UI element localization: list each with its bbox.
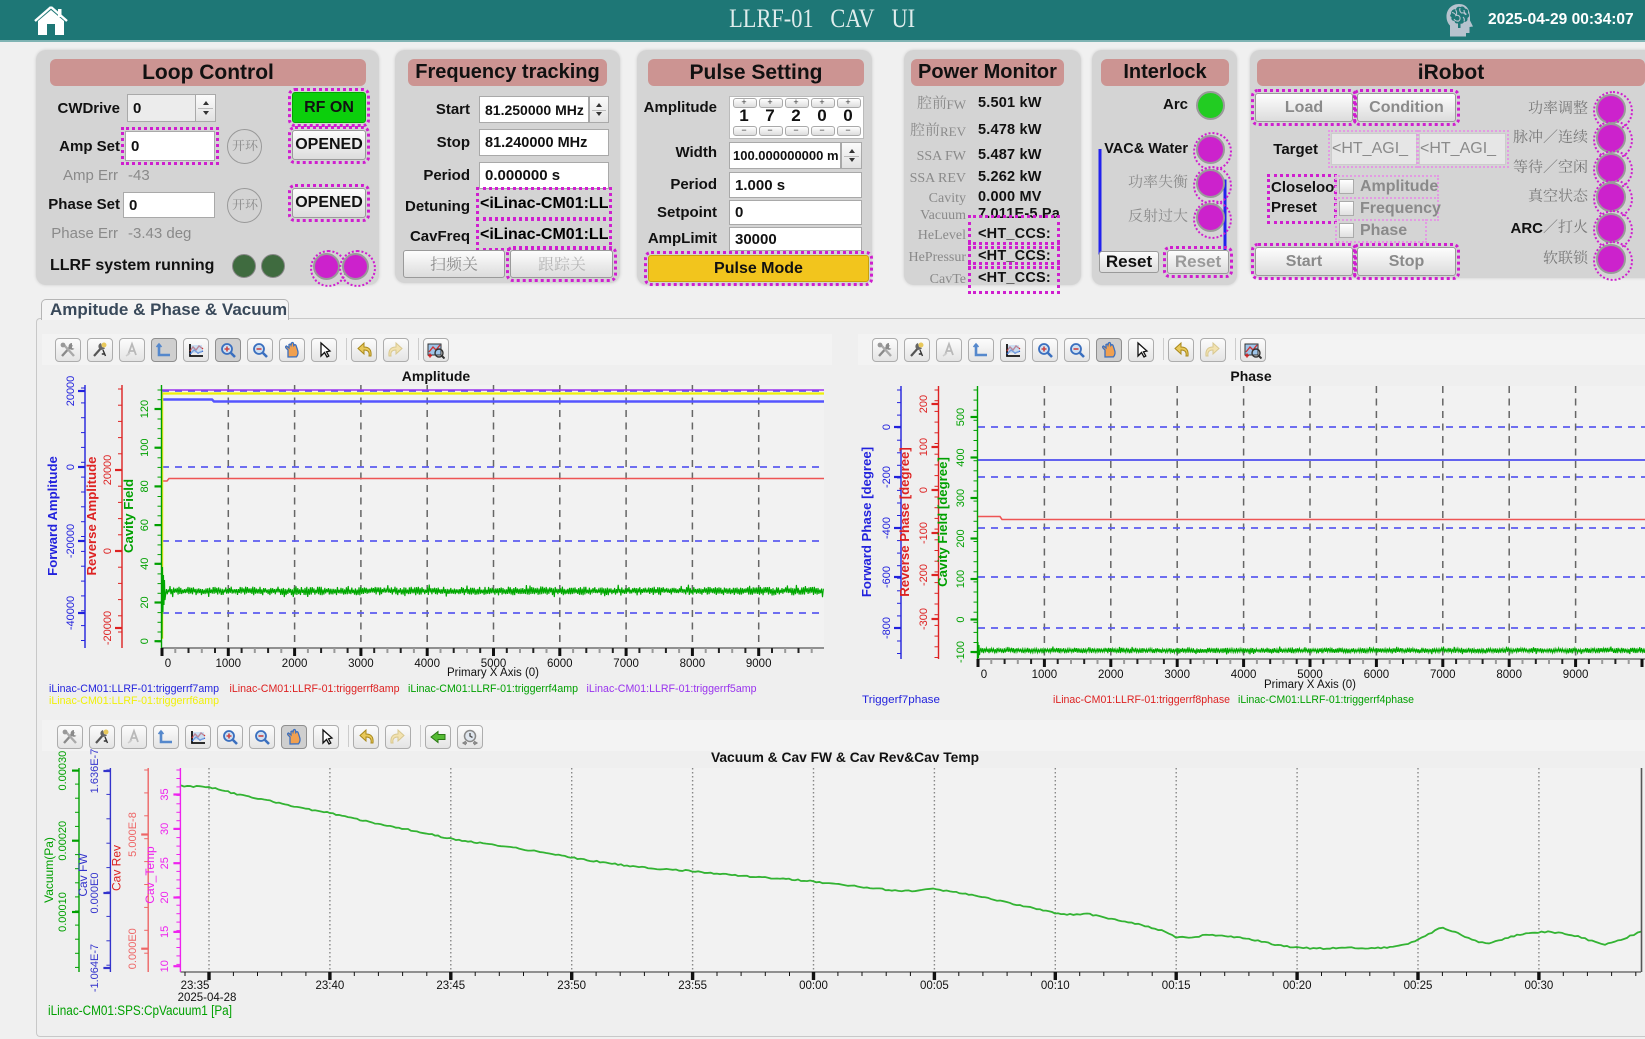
svg-text:00:15: 00:15 <box>1162 980 1191 992</box>
svg-text:00:10: 00:10 <box>1041 980 1070 992</box>
svg-text:iLinac-CM01:SPS:CpVacuum1 [Pa]: iLinac-CM01:SPS:CpVacuum1 [Pa] <box>48 1003 232 1018</box>
svg-text:00:00: 00:00 <box>799 980 828 992</box>
svg-text:Vacuum(Pa): Vacuum(Pa) <box>42 837 56 903</box>
svg-text:-1.064E-7: -1.064E-7 <box>89 944 101 992</box>
svg-text:0.000E0: 0.000E0 <box>127 928 139 969</box>
svg-text:10: 10 <box>159 960 171 972</box>
svg-text:00:20: 00:20 <box>1283 980 1312 992</box>
svg-text:15: 15 <box>159 926 171 938</box>
svg-text:0.00020: 0.00020 <box>57 821 69 861</box>
svg-text:Vacuum & Cav FW & Cav Rev&Cav: Vacuum & Cav FW & Cav Rev&Cav Temp <box>711 750 979 765</box>
svg-text:00:05: 00:05 <box>920 980 949 992</box>
svg-text:1.636E-7: 1.636E-7 <box>89 749 101 794</box>
svg-text:23:50: 23:50 <box>557 980 586 992</box>
svg-text:23:40: 23:40 <box>316 980 345 992</box>
svg-text:00:25: 00:25 <box>1404 980 1433 992</box>
svg-text:23:45: 23:45 <box>436 980 465 992</box>
svg-text:23:35: 23:35 <box>181 980 210 992</box>
svg-text:23:55: 23:55 <box>678 980 707 992</box>
svg-text:Cav FW: Cav FW <box>76 853 90 897</box>
svg-text:20: 20 <box>159 891 171 903</box>
svg-text:Cav Rev: Cav Rev <box>110 845 124 891</box>
svg-text:00:30: 00:30 <box>1525 980 1554 992</box>
svg-text:25: 25 <box>159 857 171 869</box>
svg-text:0.00010: 0.00010 <box>57 892 69 932</box>
svg-text:0.000E0: 0.000E0 <box>89 873 101 914</box>
svg-text:Cav_Temp: Cav_Temp <box>143 846 157 904</box>
svg-text:30: 30 <box>159 823 171 835</box>
svg-text:5.000E-8: 5.000E-8 <box>127 812 139 857</box>
svg-text:35: 35 <box>159 788 171 800</box>
svg-text:0.00030: 0.00030 <box>57 751 69 791</box>
